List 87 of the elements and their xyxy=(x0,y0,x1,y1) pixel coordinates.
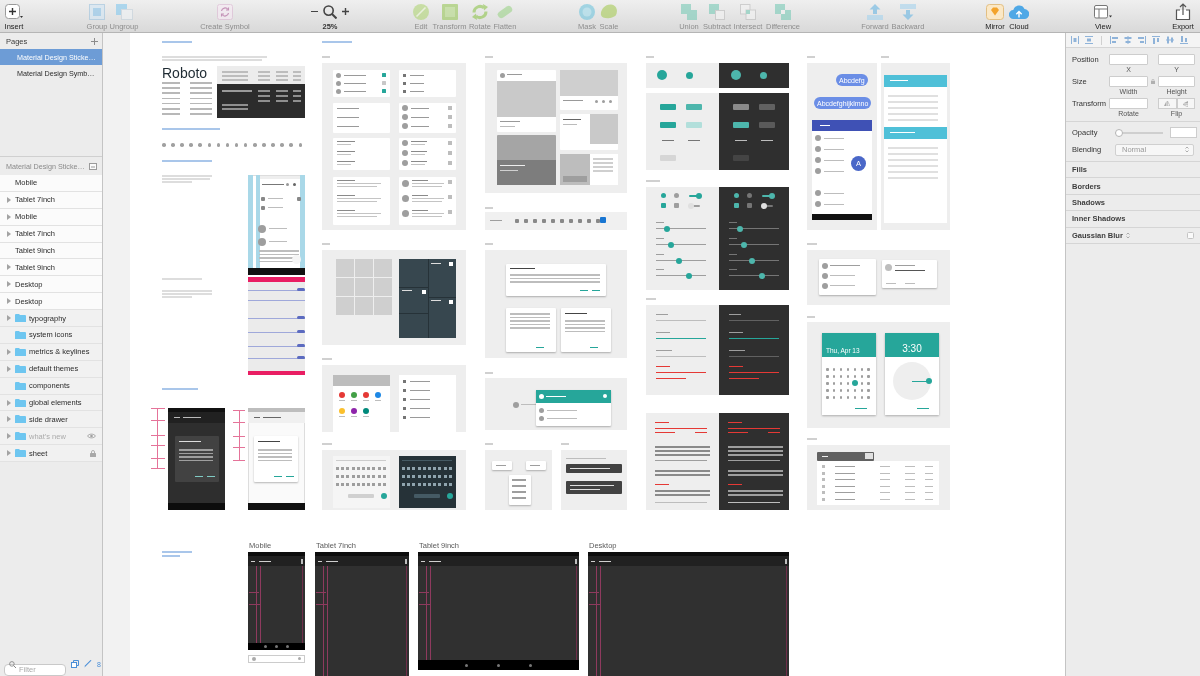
layer-up-icon xyxy=(866,3,884,20)
collapse-icon[interactable] xyxy=(89,162,97,170)
window-icon xyxy=(1094,4,1112,19)
difference-squares-icon xyxy=(775,3,791,20)
caption-line xyxy=(162,160,212,162)
opacity-field[interactable] xyxy=(1170,127,1197,138)
spacing-guides-drawing xyxy=(150,405,166,471)
caption-line xyxy=(162,551,192,553)
share-icon xyxy=(1175,3,1191,20)
subtract-squares-icon xyxy=(709,3,725,20)
flip-horizontal-icon xyxy=(1164,101,1171,106)
minus-icon[interactable] xyxy=(311,10,318,13)
disclosure-triangle-icon[interactable] xyxy=(7,281,11,288)
stepper-arrows-icon xyxy=(1185,146,1189,153)
cloud-upload-icon xyxy=(1009,4,1029,19)
intersect-squares-icon xyxy=(740,3,756,20)
overlapping-squares-icon xyxy=(115,3,133,20)
align-center-icon[interactable] xyxy=(1124,36,1132,44)
square-icon xyxy=(441,3,458,20)
lock-icon[interactable] xyxy=(1151,79,1155,84)
disclosure-triangle-icon[interactable] xyxy=(7,315,11,322)
y-field[interactable] xyxy=(1158,54,1195,65)
align-top-icon[interactable] xyxy=(1152,36,1160,44)
disclosure-triangle-icon[interactable] xyxy=(7,213,11,220)
plus-icon[interactable] xyxy=(342,8,349,15)
stacked-squares-icon xyxy=(89,3,105,20)
folder-icon xyxy=(15,364,26,373)
blob-icon xyxy=(600,4,618,19)
caption-line xyxy=(162,555,180,557)
caption-line xyxy=(322,41,352,43)
arrows-square-icon xyxy=(217,3,233,20)
align-right-icon[interactable] xyxy=(1138,36,1146,44)
tooltips-drawing xyxy=(561,450,627,510)
disclosure-triangle-icon[interactable] xyxy=(7,416,11,423)
flip-horizontal-button[interactable] xyxy=(1158,98,1177,109)
disclosure-triangle-icon[interactable] xyxy=(7,348,11,355)
disclosure-triangle-icon[interactable] xyxy=(7,433,11,440)
caption-line xyxy=(646,180,660,182)
align-bottom-icon[interactable] xyxy=(1180,36,1188,44)
typeface-sample: Roboto xyxy=(162,66,208,80)
folder-icon xyxy=(15,398,26,407)
folder-icon xyxy=(15,314,26,323)
disclosure-triangle-icon[interactable] xyxy=(7,196,11,203)
height-field[interactable] xyxy=(1158,76,1195,87)
distribute-horizontal-icon[interactable] xyxy=(1071,36,1079,44)
layer-down-icon xyxy=(899,3,917,20)
folder-icon xyxy=(15,381,26,390)
distribute-vertical-icon[interactable] xyxy=(1085,36,1093,44)
blur-checkbox[interactable] xyxy=(1187,231,1194,239)
stacked-squares-icon[interactable] xyxy=(71,660,79,668)
align-left-icon[interactable] xyxy=(1110,36,1118,44)
eye-icon[interactable] xyxy=(87,433,96,440)
disclosure-triangle-icon[interactable] xyxy=(7,365,11,372)
union-squares-icon xyxy=(681,3,697,20)
folder-icon xyxy=(15,432,26,441)
slider-thumb[interactable] xyxy=(1115,128,1123,137)
time-text: 3:30 xyxy=(902,344,922,354)
plus-square-icon xyxy=(5,4,23,19)
search-bar-drawing xyxy=(248,655,305,663)
menus-drawing xyxy=(485,450,552,510)
slashed-circle-icon xyxy=(413,3,429,20)
disclosure-triangle-icon[interactable] xyxy=(7,264,11,271)
rotate-field[interactable] xyxy=(1109,98,1148,109)
folder-icon xyxy=(15,330,26,339)
folder-icon xyxy=(15,415,26,424)
caption-line xyxy=(162,388,198,390)
circle-icon xyxy=(579,3,595,20)
caption-line xyxy=(162,41,192,43)
folder-icon xyxy=(15,449,26,458)
disclosure-triangle-icon[interactable] xyxy=(7,230,11,237)
disclosure-triangle-icon[interactable] xyxy=(7,298,11,305)
flip-vertical-button[interactable] xyxy=(1176,98,1195,109)
rotate-arrows-icon xyxy=(471,3,489,20)
caption-line xyxy=(162,128,220,130)
search-icon xyxy=(9,660,16,668)
lock-icon[interactable] xyxy=(90,449,96,457)
pencil-icon[interactable] xyxy=(84,660,92,668)
stepper-arrows-icon xyxy=(1125,231,1130,239)
x-field[interactable] xyxy=(1109,54,1148,65)
align-middle-icon[interactable] xyxy=(1166,36,1174,44)
width-field[interactable] xyxy=(1109,76,1148,87)
caption-line xyxy=(162,278,202,280)
folder-icon xyxy=(15,347,26,356)
flip-vertical-icon xyxy=(1183,100,1189,107)
disclosure-triangle-icon[interactable] xyxy=(7,450,11,457)
disclosure-triangle-icon[interactable] xyxy=(7,399,11,406)
search-icon[interactable] xyxy=(323,4,337,19)
